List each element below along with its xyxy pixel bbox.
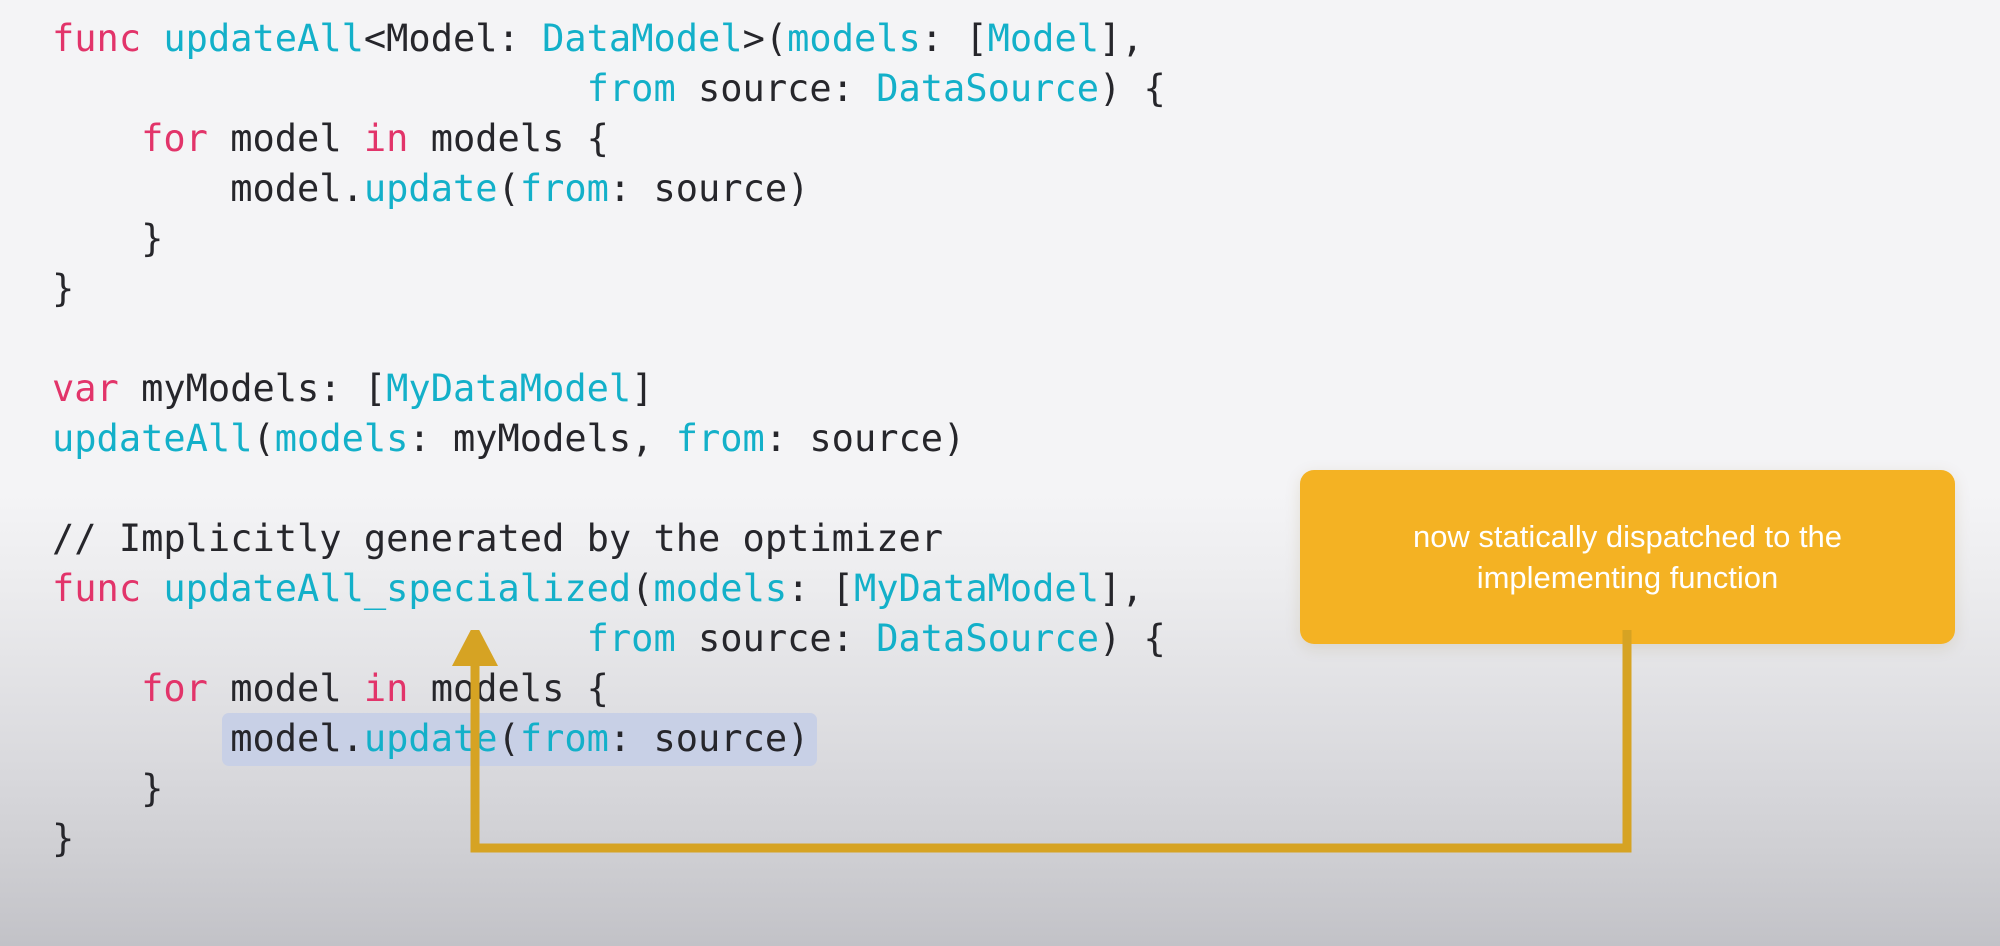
code-token: ) { [1098,67,1166,110]
code-token: ( [631,567,654,610]
code-token: ], [1099,567,1144,610]
code-token: } [52,767,164,810]
code-token: models [787,17,921,60]
code-token: source: [675,617,877,660]
code-token: model. [230,717,364,760]
code-token: model [207,117,364,160]
code-token: ( [252,417,275,460]
code-token: in [363,667,409,710]
code-token: model. [52,167,364,210]
code-token: MyDataModel [853,567,1099,610]
code-token: var [52,367,119,410]
code-token: : [ [920,17,988,60]
code-token: ] [631,367,654,410]
code-line [52,314,1352,364]
code-token: model [207,667,364,710]
code-token: MyDataModel [386,367,632,410]
callout-box: now statically dispatched to the impleme… [1300,470,1955,644]
code-line: model.update(from: source) [52,164,1352,214]
code-token: models { [408,667,609,710]
code-token: ( [497,167,520,210]
code-token: ) { [1098,617,1166,660]
code-token: update [363,167,498,210]
code-line: from source: DataSource) { [52,64,1352,114]
code-token: models { [408,117,609,160]
code-token: func [52,567,142,610]
code-token: update [363,717,498,760]
code-token: ], [1099,17,1144,60]
code-token: from [519,717,609,760]
code-token: DataSource [876,67,1099,110]
code-token: source: [675,67,877,110]
code-line: } [52,214,1352,264]
code-line: for model in models { [52,114,1352,164]
code-line: } [52,264,1352,314]
code-line [52,464,1352,514]
code-token: models [274,417,409,460]
code-token: >( [742,17,788,60]
code-line: func updateAll<Model: DataModel>(models:… [52,14,1352,64]
code-token: updateAll [163,17,364,60]
code-token: : myModels, [408,417,676,460]
callout-text: now statically dispatched to the impleme… [1412,519,1843,595]
code-token: models [653,567,788,610]
code-line: } [52,814,1352,864]
highlighted-code-span: model.update(from: source) [222,713,818,766]
code-token: // Implicitly generated by the optimizer [52,517,944,560]
code-line: updateAll(models: myModels, from: source… [52,414,1352,464]
code-line: var myModels: [MyDataModel] [52,364,1352,414]
code-line: for model in models { [52,664,1352,714]
code-token: } [52,217,164,260]
code-token: DataModel [542,17,743,60]
code-line: } [52,764,1352,814]
code-token: : source) [608,717,810,760]
code-token: for [141,117,208,160]
code-token: : source) [608,167,810,210]
code-token: : source) [764,417,966,460]
code-token: in [363,117,409,160]
code-token: from [586,67,676,110]
code-token: <Model: [363,17,543,60]
code-token: updateAll_specialized [163,567,632,610]
code-token: for [141,667,208,710]
code-token: from [586,617,676,660]
code-line: from source: DataSource) { [52,614,1352,664]
code-line: // Implicitly generated by the optimizer [52,514,1352,564]
code-token: : [ [787,567,854,610]
code-token: func [52,17,142,60]
code-token: DataSource [876,617,1099,660]
code-token: from [675,417,765,460]
code-line: model.update(from: source) [52,713,1352,766]
code-token: } [52,817,75,860]
code-block: func updateAll<Model: DataModel>(models:… [52,14,1352,864]
code-line: func updateAll_specialized(models: [MyDa… [52,564,1352,614]
code-token: myModels: [ [118,367,387,410]
code-token: ( [497,717,520,760]
code-token: from [519,167,609,210]
code-token: } [52,267,75,310]
code-token: updateAll [52,417,253,460]
code-token: Model [987,17,1100,60]
